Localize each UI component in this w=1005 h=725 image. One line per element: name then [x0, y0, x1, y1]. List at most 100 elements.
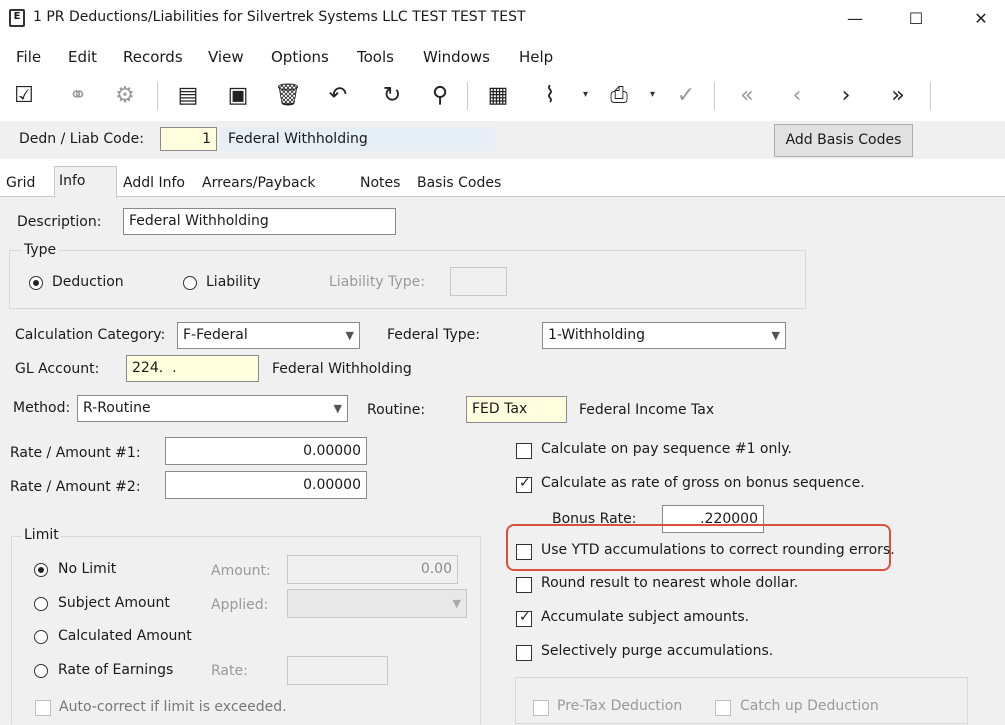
tab-notes[interactable]: Notes [356, 170, 404, 196]
accumulate-subject-label: Accumulate subject amounts. [541, 609, 750, 625]
toolbar-separator [930, 82, 931, 110]
liability-radio-label: Liability [206, 274, 261, 290]
applied-label: Applied: [211, 597, 269, 613]
pre-tax-label: Pre-Tax Deduction [557, 698, 683, 714]
calc-rate-gross-checkbox[interactable]: ✓ [516, 475, 532, 493]
rate-label: Rate: [211, 663, 248, 679]
gl-account-input[interactable]: 224. . [126, 355, 259, 382]
amount-label: Amount: [211, 563, 271, 579]
toolbar-separator [714, 82, 715, 110]
limit-group-label: Limit [22, 527, 61, 543]
chevron-down-icon[interactable]: ▾ [583, 89, 588, 100]
type-group-label: Type [22, 242, 59, 258]
previous-record-icon[interactable]: ‹ [781, 80, 813, 112]
add-basis-codes-button[interactable]: Add Basis Codes [774, 124, 913, 157]
accumulate-subject-checkbox[interactable]: ✓ [516, 609, 532, 627]
dedn-code-input[interactable]: 1 [160, 127, 217, 151]
checkmark-icon: ✓ [519, 609, 531, 625]
chevron-down-icon: ▼ [452, 597, 461, 610]
delete-icon[interactable]: 🗑 [272, 80, 304, 112]
routine-desc: Federal Income Tax [579, 402, 715, 418]
deduction-radio[interactable] [29, 276, 43, 290]
calc-category-label: Calculation Category: [15, 327, 166, 343]
menu-options[interactable]: Options [271, 48, 329, 66]
calc-pay-seq-label: Calculate on pay sequence #1 only. [541, 441, 792, 457]
tab-grid[interactable]: Grid [2, 170, 39, 196]
dedn-code-label: Dedn / Liab Code: [19, 131, 144, 147]
chevron-down-icon: ▼ [333, 402, 342, 415]
calc-category-value: F-Federal [183, 327, 248, 343]
rate1-input[interactable]: 0.00000 [165, 437, 367, 465]
rate2-input[interactable]: 0.00000 [165, 471, 367, 499]
liability-type-input[interactable] [450, 267, 507, 296]
method-select[interactable]: R-Routine ▼ [77, 395, 348, 422]
use-ytd-checkbox[interactable] [516, 544, 532, 560]
tab-arrears-payback[interactable]: Arrears/Payback [198, 170, 319, 196]
save-icon[interactable]: ▣ [222, 80, 254, 112]
settings-gear-icon[interactable]: ⚙ [109, 80, 141, 112]
calc-category-select[interactable]: F-Federal ▼ [177, 322, 360, 349]
menu-help[interactable]: Help [519, 48, 553, 66]
no-limit-radio[interactable] [34, 563, 48, 577]
federal-type-label: Federal Type: [387, 327, 480, 343]
routine-label: Routine: [367, 402, 426, 418]
no-limit-label: No Limit [58, 561, 117, 577]
auto-correct-checkbox[interactable] [35, 700, 51, 716]
tab-info[interactable]: Info [54, 166, 117, 198]
menu-windows[interactable]: Windows [423, 48, 490, 66]
menu-file[interactable]: File [16, 48, 41, 66]
edit-icon[interactable]: ☑ [8, 80, 40, 112]
next-record-icon[interactable]: › [830, 80, 862, 112]
federal-type-value: 1-Withholding [548, 327, 646, 343]
selectively-purge-label: Selectively purge accumulations. [541, 643, 774, 659]
round-result-checkbox[interactable] [516, 577, 532, 593]
menu-edit[interactable]: Edit [68, 48, 97, 66]
first-record-icon[interactable]: « [731, 80, 763, 112]
refresh-icon[interactable]: ↻ [376, 80, 408, 112]
round-result-label: Round result to nearest whole dollar. [541, 575, 799, 591]
calculated-amount-label: Calculated Amount [58, 628, 192, 644]
close-button[interactable]: ✕ [958, 4, 1004, 34]
subject-amount-radio[interactable] [34, 597, 48, 611]
spellcheck-icon[interactable]: ✓ [670, 80, 702, 112]
new-document-icon[interactable]: ▤ [172, 80, 204, 112]
attach-icon[interactable]: ⌇ [534, 80, 566, 112]
app-icon: E [9, 9, 25, 27]
liability-radio[interactable] [183, 276, 197, 290]
last-record-icon[interactable]: » [882, 80, 914, 112]
calc-rate-gross-label: Calculate as rate of gross on bonus sequ… [541, 475, 865, 491]
deduction-radio-label: Deduction [52, 274, 124, 290]
maximize-button[interactable]: ☐ [893, 4, 939, 34]
menu-records[interactable]: Records [123, 48, 183, 66]
federal-type-select[interactable]: 1-Withholding ▼ [542, 322, 786, 349]
rate-of-earnings-radio[interactable] [34, 664, 48, 678]
menu-tools[interactable]: Tools [357, 48, 394, 66]
grid-icon[interactable]: ▦ [482, 80, 514, 112]
tab-addl-info[interactable]: Addl Info [119, 170, 189, 196]
applied-select[interactable]: ▼ [287, 589, 467, 618]
calculated-amount-radio[interactable] [34, 630, 48, 644]
binoculars-icon[interactable]: ⚭ [62, 80, 94, 112]
chevron-down-icon: ▼ [771, 329, 780, 342]
rate1-label: Rate / Amount #1: [10, 445, 141, 461]
rate-input[interactable] [287, 656, 388, 685]
rate2-label: Rate / Amount #2: [10, 479, 141, 495]
amount-input[interactable]: 0.00 [287, 555, 458, 584]
catch-up-checkbox[interactable] [715, 700, 731, 716]
chevron-down-icon[interactable]: ▾ [650, 89, 655, 100]
description-input[interactable]: Federal Withholding [123, 208, 396, 235]
print-icon[interactable]: ⎙ [603, 80, 635, 112]
calc-pay-seq-checkbox[interactable] [516, 443, 532, 459]
tab-basis-codes[interactable]: Basis Codes [413, 170, 505, 196]
method-label: Method: [13, 400, 71, 416]
method-value: R-Routine [83, 400, 151, 416]
description-label: Description: [17, 214, 102, 230]
menu-view[interactable]: View [208, 48, 244, 66]
minimize-button[interactable]: — [832, 4, 878, 34]
undo-icon[interactable]: ↶ [322, 80, 354, 112]
search-icon[interactable]: ⚲ [424, 80, 456, 112]
selectively-purge-checkbox[interactable] [516, 645, 532, 661]
routine-input[interactable]: FED Tax [466, 396, 567, 423]
pre-tax-checkbox[interactable] [533, 700, 549, 716]
checkmark-icon: ✓ [519, 475, 531, 491]
